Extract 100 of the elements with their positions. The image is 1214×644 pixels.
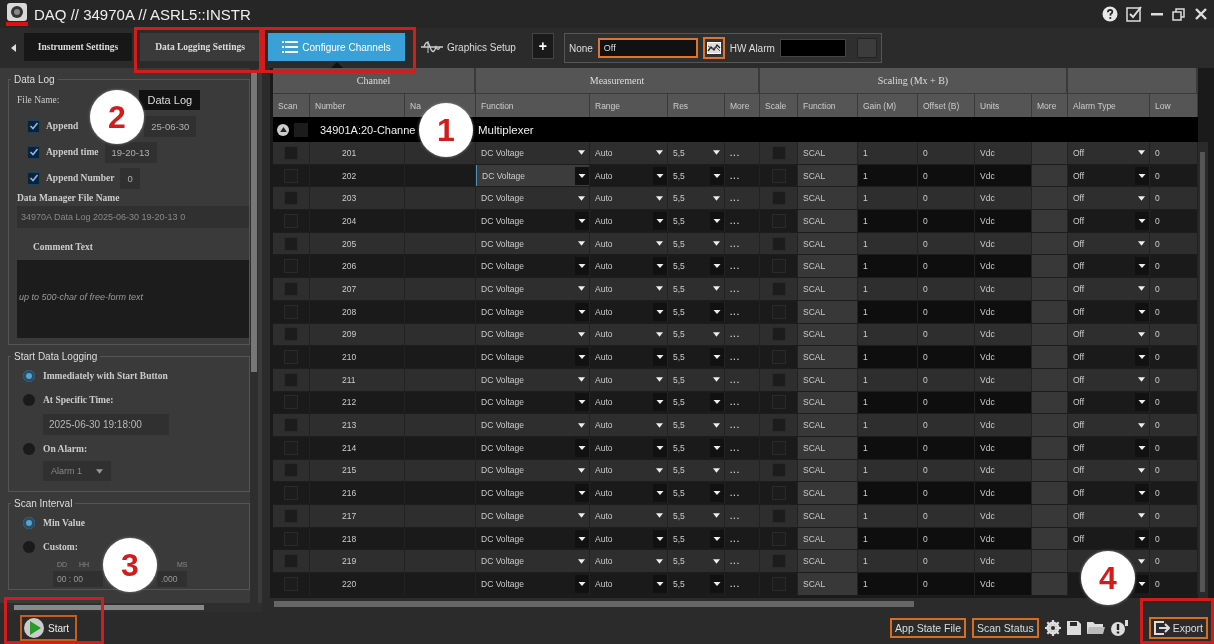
units-field[interactable]: Vdc xyxy=(975,164,1032,187)
checkbox[interactable] xyxy=(27,119,40,133)
alarm-type-dropdown[interactable]: Off xyxy=(1068,210,1150,232)
start-button[interactable]: Start xyxy=(20,615,78,641)
gain-field[interactable]: 1 xyxy=(858,368,918,391)
offset-field[interactable]: 0 xyxy=(918,300,975,323)
gain-field[interactable]: 1 xyxy=(858,255,918,278)
more-button[interactable]: ... xyxy=(725,278,760,300)
checkbox-pen-icon[interactable] xyxy=(1126,6,1142,22)
more-button[interactable]: ... xyxy=(725,550,760,573)
offset-field[interactable]: 0 xyxy=(918,482,975,504)
column-header[interactable]: Scan xyxy=(273,93,310,117)
units-field[interactable]: Vdc xyxy=(975,346,1032,368)
dropdown[interactable]: DC Voltage xyxy=(476,391,590,414)
horizontal-scrollbar[interactable] xyxy=(0,603,262,612)
offset-field[interactable]: 0 xyxy=(918,187,975,210)
dropdown[interactable]: Auto xyxy=(590,391,668,414)
dropdown[interactable]: DC Voltage xyxy=(476,573,590,595)
column-header[interactable]: More xyxy=(1032,93,1068,117)
alarm-type-dropdown[interactable]: Off xyxy=(1068,505,1150,527)
offset-field[interactable]: 0 xyxy=(918,368,975,391)
dropdown[interactable]: 5,5 xyxy=(668,391,725,414)
radio-button[interactable] xyxy=(23,394,35,406)
dropdown[interactable]: DC Voltage xyxy=(476,346,590,368)
offset-field[interactable]: 0 xyxy=(918,164,975,187)
interval-field[interactable]: 00 : 00 xyxy=(53,571,103,587)
column-header[interactable]: More xyxy=(725,93,760,117)
add-tab-button[interactable]: + xyxy=(531,33,554,59)
dropdown[interactable]: 5,5 xyxy=(668,187,725,210)
offset-field[interactable]: 0 xyxy=(918,255,975,278)
more-button[interactable]: ... xyxy=(725,142,760,164)
alarm-type-dropdown[interactable]: Off xyxy=(1068,414,1150,436)
dropdown[interactable]: DC Voltage xyxy=(476,142,590,164)
dropdown[interactable]: 5,5 xyxy=(668,323,725,346)
more-button[interactable]: ... xyxy=(725,164,760,187)
settings-tab[interactable]: Data Logging Settings xyxy=(140,33,260,61)
units-field[interactable]: Vdc xyxy=(975,527,1032,550)
offset-field[interactable]: 0 xyxy=(918,278,975,300)
checkbox[interactable] xyxy=(27,171,40,185)
dropdown[interactable]: 5,5 xyxy=(668,550,725,573)
column-header[interactable]: Function xyxy=(798,93,858,117)
date-time-field[interactable]: 2025-06-30 19:18:00 xyxy=(43,414,169,435)
more-button[interactable]: ... xyxy=(725,210,760,232)
dropdown[interactable]: DC Voltage xyxy=(476,527,590,550)
units-field[interactable]: Vdc xyxy=(975,391,1032,414)
gain-field[interactable]: 1 xyxy=(858,323,918,346)
alarm-type-dropdown[interactable]: Off xyxy=(1068,436,1150,459)
gain-field[interactable]: 1 xyxy=(858,278,918,300)
alarm-type-dropdown[interactable]: Off xyxy=(1068,142,1150,164)
offset-field[interactable]: 0 xyxy=(918,459,975,482)
collapse-button[interactable] xyxy=(277,123,289,136)
more-button[interactable]: ... xyxy=(725,573,760,595)
dropdown[interactable]: Auto xyxy=(590,573,668,595)
column-header[interactable]: Function xyxy=(476,93,590,117)
alarm-type-dropdown[interactable]: Off xyxy=(1068,346,1150,368)
gain-field[interactable]: 1 xyxy=(858,187,918,210)
column-header[interactable]: Res xyxy=(668,93,725,117)
offset-field[interactable]: 0 xyxy=(918,142,975,164)
units-field[interactable]: Vdc xyxy=(975,255,1032,278)
more-button[interactable]: ... xyxy=(725,346,760,368)
dropdown[interactable]: 5,5 xyxy=(668,482,725,504)
dropdown[interactable]: DC Voltage xyxy=(476,232,590,255)
dropdown[interactable]: Auto xyxy=(590,142,668,164)
column-header[interactable]: Scale xyxy=(760,93,798,117)
dropdown[interactable]: Auto xyxy=(590,278,668,300)
dropdown[interactable]: DC Voltage xyxy=(476,550,590,573)
offset-field[interactable]: 0 xyxy=(918,436,975,459)
offset-field[interactable]: 0 xyxy=(918,232,975,255)
more-button[interactable]: ... xyxy=(725,323,760,346)
column-header[interactable]: Range xyxy=(590,93,668,117)
gain-field[interactable]: 1 xyxy=(858,573,918,595)
vertical-scrollbar[interactable] xyxy=(250,68,258,603)
gain-field[interactable]: 1 xyxy=(858,210,918,232)
more-button[interactable]: ... xyxy=(725,391,760,414)
dropdown[interactable]: Auto xyxy=(590,164,668,187)
dropdown[interactable]: DC Voltage xyxy=(476,482,590,504)
dropdown[interactable]: 5,5 xyxy=(668,142,725,164)
dropdown[interactable]: 5,5 xyxy=(668,459,725,482)
dropdown-arrow-icon[interactable] xyxy=(1138,558,1145,564)
export-button[interactable]: Export xyxy=(1148,617,1208,639)
dropdown[interactable]: Auto xyxy=(590,255,668,278)
column-header[interactable]: Gain (M) xyxy=(858,93,918,117)
view-tab[interactable]: Graphics Setup xyxy=(411,33,526,61)
alarm-dropdown[interactable]: Alarm 1 xyxy=(43,461,111,481)
dropdown[interactable]: 5,5 xyxy=(668,505,725,527)
save-icon[interactable] xyxy=(1066,621,1081,635)
alarm-type-dropdown[interactable]: Off xyxy=(1068,368,1150,391)
offset-field[interactable]: 0 xyxy=(918,210,975,232)
more-button[interactable]: ... xyxy=(725,505,760,527)
more-button[interactable]: ... xyxy=(725,482,760,504)
offset-field[interactable]: 0 xyxy=(918,414,975,436)
gain-field[interactable]: 1 xyxy=(858,436,918,459)
dropdown[interactable]: Auto xyxy=(590,482,668,504)
units-field[interactable]: Vdc xyxy=(975,482,1032,504)
radio-button[interactable] xyxy=(23,443,35,455)
file-name-field[interactable]: 34970A Data Log 2025-06-30 19-20-13 0 xyxy=(17,206,249,228)
dropdown[interactable]: Auto xyxy=(590,414,668,436)
close-icon[interactable] xyxy=(1194,7,1208,21)
units-field[interactable]: Vdc xyxy=(975,300,1032,323)
dropdown[interactable]: Auto xyxy=(590,459,668,482)
